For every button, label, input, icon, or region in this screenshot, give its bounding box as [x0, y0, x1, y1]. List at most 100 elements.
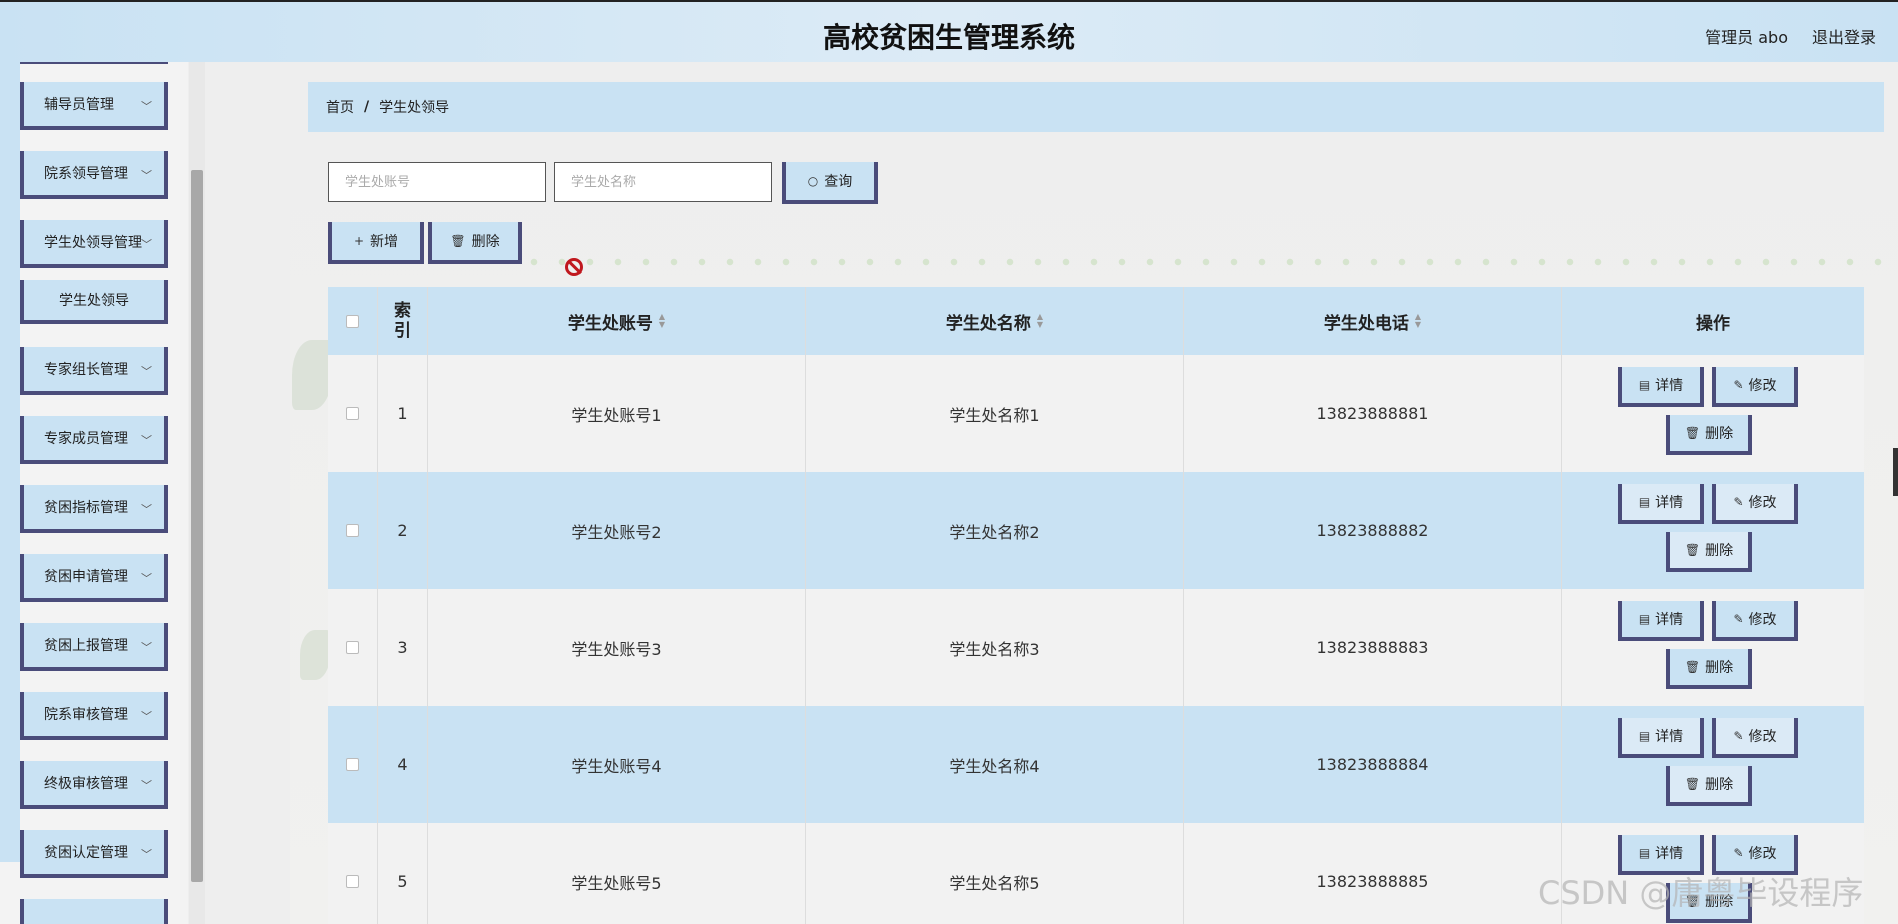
breadcrumb-home[interactable]: 首页	[326, 97, 354, 117]
chevron-down-icon: ﹀	[141, 169, 152, 182]
sidebar-item-label: 终极审核管理	[44, 776, 128, 792]
sidebar-item-label: 院系审核管理	[44, 707, 128, 723]
table-row: 4 学生处账号4 学生处名称4 13823888884 ▤ 详情 ✎ 修改 🗑 删除	[328, 706, 1864, 823]
detail-button[interactable]: ▤ 详情	[1618, 835, 1704, 875]
breadcrumb-current: 学生处领导	[379, 100, 450, 116]
delete-button[interactable]: 🗑 删除	[1666, 883, 1752, 923]
row-phone: 13823888885	[1184, 823, 1562, 924]
edit-button[interactable]: ✎ 修改	[1712, 367, 1798, 407]
row-account: 学生处账号3	[428, 589, 806, 706]
header-index-label: 索引	[394, 301, 411, 341]
row-checkbox-cell	[328, 472, 378, 589]
sidebar-item-label: 贫困指标管理	[44, 500, 128, 516]
sidebar-item-poverty-index[interactable]: 贫困指标管理 ﹀	[20, 485, 168, 533]
row-checkbox-cell	[328, 706, 378, 823]
page-scroll-indicator[interactable]	[1893, 448, 1898, 496]
sidebar: 辅导员管理 ﹀ 院系领导管理 ﹀ 学生处领导管理 ﹀ 学生处领导 专家组长管理 …	[0, 62, 188, 924]
table-row: 3 学生处账号3 学生处名称3 13823888883 ▤ 详情 ✎ 修改 🗑 删除	[328, 589, 1864, 706]
menu-divider	[20, 62, 168, 64]
sidebar-item-label: 学生处领导管理	[44, 235, 142, 251]
chevron-down-icon: ﹀	[141, 572, 152, 585]
logout-link[interactable]: 退出登录	[1812, 24, 1876, 48]
row-name: 学生处名称2	[806, 472, 1184, 589]
header-phone[interactable]: 学生处电话 ▲ ▼	[1184, 287, 1562, 355]
detail-label: 详情	[1655, 612, 1684, 628]
ops-container: ▤ 详情 ✎ 修改 🗑 删除	[1562, 355, 1864, 472]
row-checkbox[interactable]	[346, 524, 359, 537]
sidebar-item-counselor[interactable]: 辅导员管理 ﹀	[20, 82, 168, 130]
data-table: 索引 学生处账号 ▲ ▼ 学生处名称 ▲ ▼ 学生处电话 ▲ ▼ 操作 1 学生处账号…	[328, 287, 1864, 924]
sidebar-item-poverty-apply[interactable]: 贫困申请管理 ﹀	[20, 554, 168, 602]
edit-label: 修改	[1748, 612, 1777, 628]
select-all-checkbox[interactable]	[346, 314, 359, 328]
batch-delete-button[interactable]: 🗑 删除	[428, 222, 522, 264]
row-checkbox[interactable]	[346, 641, 359, 654]
row-checkbox[interactable]	[346, 875, 359, 888]
name-search-input[interactable]	[554, 162, 772, 202]
row-account: 学生处账号1	[428, 355, 806, 472]
header-account[interactable]: 学生处账号 ▲ ▼	[428, 287, 806, 355]
delete-label: 删除	[1705, 777, 1734, 793]
detail-button[interactable]: ▤ 详情	[1618, 484, 1704, 524]
sort-icon[interactable]: ▲ ▼	[1037, 313, 1043, 329]
chevron-down-icon: ﹀	[141, 503, 152, 516]
sidebar-item-dept-leader[interactable]: 院系领导管理 ﹀	[20, 151, 168, 199]
detail-label: 详情	[1655, 729, 1684, 745]
sidebar-item-office-leader[interactable]: 学生处领导管理 ﹀	[20, 220, 168, 268]
sidebar-item-final-review[interactable]: 终极审核管理 ﹀	[20, 761, 168, 809]
row-phone: 13823888883	[1184, 589, 1562, 706]
chevron-down-icon: ﹀	[141, 641, 152, 654]
detail-button[interactable]: ▤ 详情	[1618, 367, 1704, 407]
pencil-icon: ✎	[1733, 846, 1744, 860]
row-index: 3	[378, 589, 428, 706]
detail-button[interactable]: ▤ 详情	[1618, 601, 1704, 641]
sidebar-item-poverty-report[interactable]: 贫困上报管理 ﹀	[20, 623, 168, 671]
sort-icon[interactable]: ▲ ▼	[1415, 313, 1421, 329]
delete-button[interactable]: 🗑 删除	[1666, 766, 1752, 806]
sidebar-subitem-label: 学生处领导	[59, 293, 129, 309]
header-ops: 操作	[1562, 287, 1864, 355]
sidebar-item-dept-review[interactable]: 院系审核管理 ﹀	[20, 692, 168, 740]
row-index: 5	[378, 823, 428, 924]
row-checkbox[interactable]	[346, 407, 359, 420]
edit-button[interactable]: ✎ 修改	[1712, 484, 1798, 524]
chevron-down-icon: ﹀	[141, 365, 152, 378]
sidebar-item-label: 辅导员管理	[44, 97, 114, 113]
header-account-label: 学生处账号	[567, 313, 653, 334]
delete-button[interactable]: 🗑 删除	[1666, 532, 1752, 572]
row-account: 学生处账号2	[428, 472, 806, 589]
delete-button[interactable]: 🗑 删除	[1666, 649, 1752, 689]
sidebar-subitem-office-leader[interactable]: 学生处领导	[20, 280, 168, 324]
delete-label: 删除	[1705, 894, 1734, 910]
edit-label: 修改	[1748, 729, 1777, 745]
delete-button[interactable]: 🗑 删除	[1666, 415, 1752, 455]
row-checkbox[interactable]	[346, 758, 359, 771]
user-label[interactable]: 管理员 abo	[1705, 24, 1788, 48]
trash-icon: 🗑	[1684, 543, 1701, 557]
delete-label: 删除	[1705, 660, 1734, 676]
sidebar-scrollbar-thumb[interactable]	[191, 170, 203, 882]
sort-icon[interactable]: ▲ ▼	[659, 313, 665, 329]
delete-label: 删除	[1705, 426, 1734, 442]
document-icon: ▤	[1638, 378, 1651, 392]
header-phone-label: 学生处电话	[1323, 313, 1409, 334]
sidebar-item-poverty-confirm[interactable]: 贫困认定管理 ﹀	[20, 830, 168, 878]
row-name: 学生处名称1	[806, 355, 1184, 472]
edit-button[interactable]: ✎ 修改	[1712, 718, 1798, 758]
sidebar-item-expert-member[interactable]: 专家成员管理 ﹀	[20, 416, 168, 464]
add-button[interactable]: + 新增	[328, 222, 424, 264]
account-search-input[interactable]	[328, 162, 546, 202]
sidebar-item-expert-lead[interactable]: 专家组长管理 ﹀	[20, 347, 168, 395]
edit-label: 修改	[1748, 846, 1777, 862]
table-header: 索引 学生处账号 ▲ ▼ 学生处名称 ▲ ▼ 学生处电话 ▲ ▼ 操作	[328, 287, 1864, 355]
row-ops: ▤ 详情 ✎ 修改 🗑 删除	[1562, 823, 1864, 924]
edit-button[interactable]: ✎ 修改	[1712, 835, 1798, 875]
sidebar-item-more[interactable]	[20, 899, 168, 924]
query-button[interactable]: ○ 查询	[782, 162, 878, 204]
edit-button[interactable]: ✎ 修改	[1712, 601, 1798, 641]
row-index: 4	[378, 706, 428, 823]
trash-icon: 🗑	[1684, 777, 1701, 791]
detail-button[interactable]: ▤ 详情	[1618, 718, 1704, 758]
row-account: 学生处账号4	[428, 706, 806, 823]
header-name[interactable]: 学生处名称 ▲ ▼	[806, 287, 1184, 355]
